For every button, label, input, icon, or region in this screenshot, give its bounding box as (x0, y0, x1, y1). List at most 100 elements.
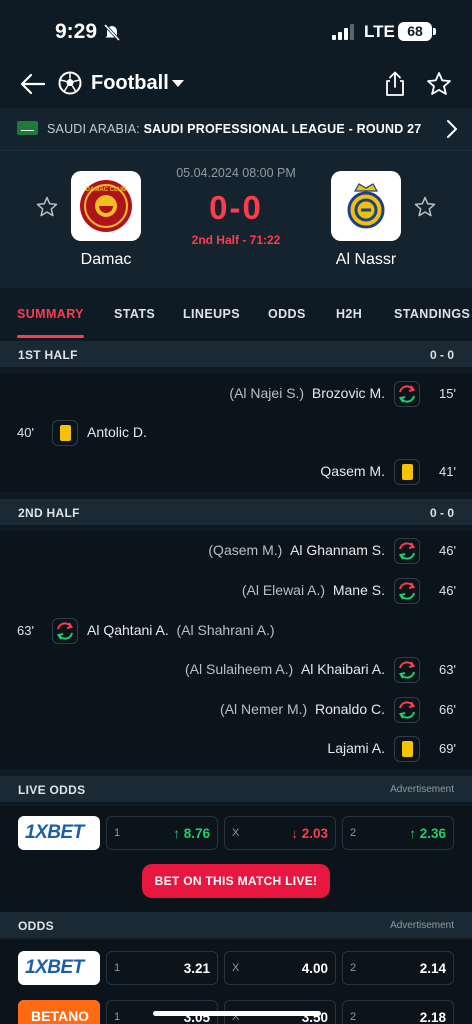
signal-icon (332, 24, 354, 40)
match-event[interactable]: (Al Najei S.) Brozovic M. 15' (0, 374, 472, 414)
second-half-title: 2ND HALF (18, 506, 80, 520)
substitution-icon (394, 578, 420, 604)
league-name: SAUDI PROFESSIONAL LEAGUE - ROUND 27 (143, 122, 422, 136)
event-assist: (Al Shahrani A.) (176, 622, 275, 638)
event-assist: (Al Sulaiheem A.) (184, 661, 294, 677)
status-bar: 9:29 LTE 68 (0, 0, 472, 62)
odd-label: 1 (114, 962, 121, 974)
tab-summary[interactable]: SUMMARY (17, 307, 84, 321)
first-half-header: 1ST HALF 0 - 0 (0, 341, 472, 367)
odds-header: ODDS Advertisement (0, 912, 472, 938)
first-half-title: 1ST HALF (18, 348, 78, 362)
match-event[interactable]: 63' Al Qahtani A. (Al Shahrani A.) (0, 611, 472, 651)
odd-label: 1 (114, 827, 121, 839)
bookmaker-betano-logo[interactable]: BETANO (18, 1000, 100, 1024)
odd-label: 2 (350, 962, 357, 974)
first-half-score: 0 - 0 (429, 348, 454, 362)
football-icon (58, 71, 82, 95)
match-event[interactable]: (Al Sulaiheem A.) Al Khaibari A. 63' (0, 650, 472, 690)
event-players: (Al Sulaiheem A.) Al Khaibari A. (185, 661, 385, 677)
live-odds-row: 1XBET 1 ↑ 8.76 X ↓ 2.03 2 ↑ 2.36 (0, 806, 472, 866)
odds-title: ODDS (18, 919, 54, 933)
network-label: LTE (364, 22, 395, 41)
home-team-name[interactable]: Damac (46, 251, 166, 269)
event-player: Antolic D. (87, 424, 147, 440)
al-nassr-crest-icon (347, 183, 385, 229)
away-favorite-star-icon[interactable] (414, 196, 436, 218)
match-event[interactable]: 40' Antolic D. (0, 413, 472, 453)
odd-cell-home[interactable]: 1 ↑ 8.76 (106, 816, 218, 850)
event-assist: (Qasem M.) (208, 542, 283, 558)
match-header: DAMAC CLUB Damac 05.04.2024 08:00 PM 0-0… (0, 150, 472, 288)
match-score: 0-0 (209, 189, 263, 226)
odd-label: X (232, 962, 240, 974)
match-event[interactable]: Qasem M. 41' (0, 452, 472, 492)
live-odds-title: LIVE ODDS (18, 783, 86, 797)
odd-value: 4.00 (301, 961, 328, 976)
event-players: (Qasem M.) Al Ghannam S. (208, 542, 385, 558)
match-event[interactable]: Lajami A. 69' (0, 729, 472, 769)
event-assist: (Al Elewai A.) (241, 582, 326, 598)
odd-label: 2 (350, 1011, 357, 1023)
app-header: Football (0, 62, 472, 108)
event-minute: 15' (439, 386, 456, 401)
bookmaker-1xbet-logo[interactable]: 1XBET (18, 951, 100, 985)
odd-cell-draw[interactable]: X ↓ 2.03 (224, 816, 336, 850)
event-minute: 66' (439, 702, 456, 717)
event-player: Al Ghannam S. (290, 542, 385, 558)
odd-value: 2.18 (419, 1010, 446, 1024)
league-bar[interactable]: SAUDI ARABIA: SAUDI PROFESSIONAL LEAGUE … (0, 108, 472, 150)
match-event[interactable]: (Al Nemer M.) Ronaldo C. 66' (0, 690, 472, 730)
event-player: Al Qahtani A. (87, 622, 169, 638)
league-country: SAUDI ARABIA: (47, 122, 140, 136)
odd-cell-away[interactable]: 2 2.14 (342, 951, 454, 985)
odd-cell-draw[interactable]: X 4.00 (224, 951, 336, 985)
sport-title[interactable]: Football (91, 72, 169, 95)
event-player: Ronaldo C. (314, 701, 385, 717)
event-players: (Al Najei S.) Brozovic M. (229, 385, 385, 401)
chevron-right-icon[interactable] (446, 119, 458, 139)
event-players: Al Qahtani A. (Al Shahrani A.) (87, 622, 275, 638)
match-date: 05.04.2024 08:00 PM (176, 166, 296, 180)
odd-label: X (232, 827, 240, 839)
back-arrow-icon[interactable] (20, 72, 46, 96)
tab-stats[interactable]: STATS (114, 307, 155, 321)
match-status: 2nd Half - 71:22 (191, 233, 281, 247)
event-player: Qasem M. (320, 463, 385, 479)
event-player: Mane S. (332, 582, 385, 598)
bookmaker-1xbet-logo[interactable]: 1XBET (18, 816, 100, 850)
odd-value: 2.14 (419, 961, 446, 976)
live-odds-header: LIVE ODDS Advertisement (0, 776, 472, 802)
away-team-name[interactable]: Al Nassr (306, 251, 426, 269)
away-team-logo[interactable] (331, 171, 401, 241)
match-event[interactable]: (Al Elewai A.) Mane S. 46' (0, 571, 472, 611)
odd-cell-away[interactable]: 2 2.18 (342, 1000, 454, 1024)
arrow-up-icon: ↑ (409, 826, 416, 841)
arrow-down-icon: ↓ (291, 826, 298, 841)
match-event[interactable]: (Qasem M.) Al Ghannam S. 46' (0, 531, 472, 571)
event-minute: 46' (439, 583, 456, 598)
odd-cell-away[interactable]: 2 ↑ 2.36 (342, 816, 454, 850)
league-label: SAUDI ARABIA: SAUDI PROFESSIONAL LEAGUE … (47, 122, 421, 136)
home-indicator[interactable] (153, 1011, 321, 1016)
substitution-icon (394, 538, 420, 564)
tab-standings[interactable]: STANDINGS (394, 307, 470, 321)
tab-h2h[interactable]: H2H (336, 307, 362, 321)
battery-tip (433, 28, 436, 35)
share-icon[interactable] (383, 71, 407, 97)
bet-live-button[interactable]: BET ON THIS MATCH LIVE! (142, 864, 330, 898)
event-players: (Al Nemer M.) Ronaldo C. (220, 701, 385, 717)
event-player: Brozovic M. (311, 385, 385, 401)
favorite-star-icon[interactable] (426, 71, 452, 97)
event-assist: (Al Nemer M.) (220, 701, 308, 717)
active-tab-indicator (17, 335, 84, 338)
odd-cell-home[interactable]: 1 3.21 (106, 951, 218, 985)
odd-value: ↑ 2.36 (409, 826, 446, 841)
second-half-score: 0 - 0 (429, 506, 454, 520)
substitution-icon (52, 618, 78, 644)
dropdown-caret-icon[interactable] (171, 79, 185, 88)
tab-odds[interactable]: ODDS (268, 307, 306, 321)
battery-icon: 68 (398, 22, 432, 41)
tab-lineups[interactable]: LINEUPS (183, 307, 240, 321)
advertisement-label: Advertisement (390, 920, 454, 931)
